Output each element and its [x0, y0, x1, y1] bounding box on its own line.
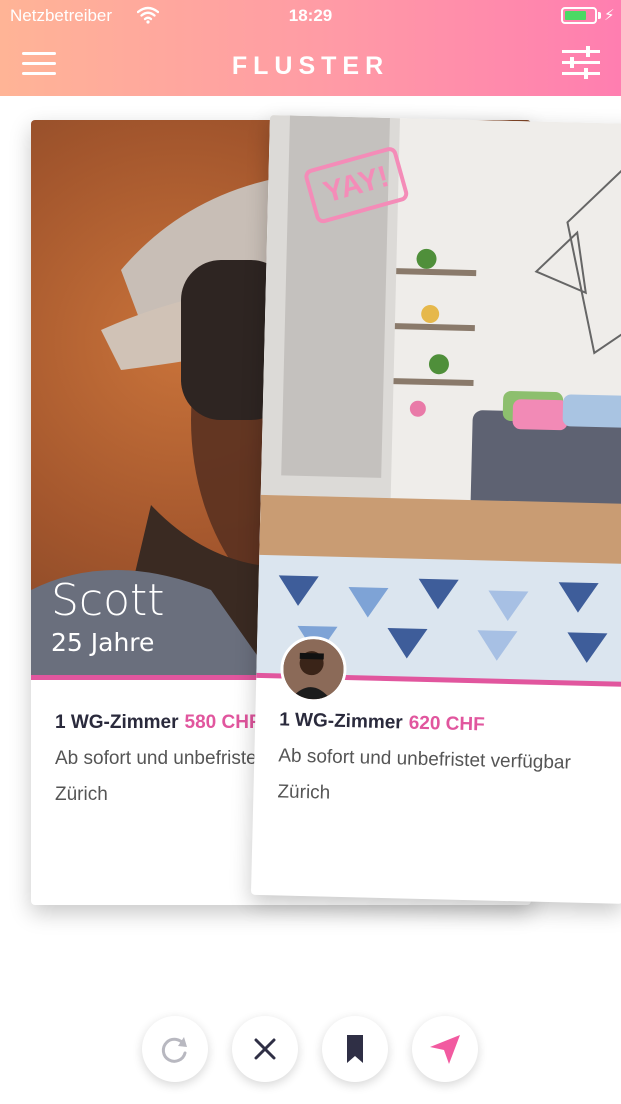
battery-cap	[598, 12, 601, 19]
bookmark-button[interactable]	[322, 1016, 388, 1082]
dislike-button[interactable]	[232, 1016, 298, 1082]
room-photo: YAY!	[256, 115, 621, 684]
close-icon	[254, 1038, 276, 1060]
battery-level	[565, 11, 586, 20]
person-avatar-icon	[282, 638, 345, 700]
undo-icon	[161, 1037, 187, 1063]
battery-icon	[561, 7, 597, 24]
charging-icon: ⚡	[604, 7, 615, 24]
profile-card-front[interactable]: YAY! 1 WG-Zimmer 620 CHF Ab sofort und un…	[250, 115, 621, 904]
room-price: 620 CHF	[408, 712, 485, 736]
location-text: Zürich	[277, 781, 331, 804]
room-price: 580 CHF	[184, 712, 261, 733]
clock: 18:29	[288, 6, 333, 25]
send-icon	[430, 1035, 460, 1064]
availability-text: Ab sofort und unbefristet verfügbar	[278, 745, 572, 774]
app-title: FLUSTER	[231, 52, 390, 80]
person-name: Scott	[51, 575, 165, 626]
undo-button[interactable]	[142, 1016, 208, 1082]
send-button[interactable]	[412, 1016, 478, 1082]
status-bar: Netzbetreiber 18:29 ⚡	[0, 0, 621, 32]
avatar[interactable]	[279, 635, 348, 704]
app-header: Netzbetreiber 18:29 ⚡ FLUSTER	[0, 0, 621, 96]
filter-button[interactable]	[560, 44, 602, 82]
person-age: 25 Jahre	[51, 628, 155, 657]
room-type: 1 WG-Zimmer	[55, 712, 179, 733]
sliders-icon	[562, 46, 600, 79]
bookmark-icon	[347, 1035, 363, 1063]
listing-info: 1 WG-Zimmer 620 CHF Ab sofort und unbefri…	[277, 709, 572, 810]
room-type: 1 WG-Zimmer	[278, 709, 403, 734]
